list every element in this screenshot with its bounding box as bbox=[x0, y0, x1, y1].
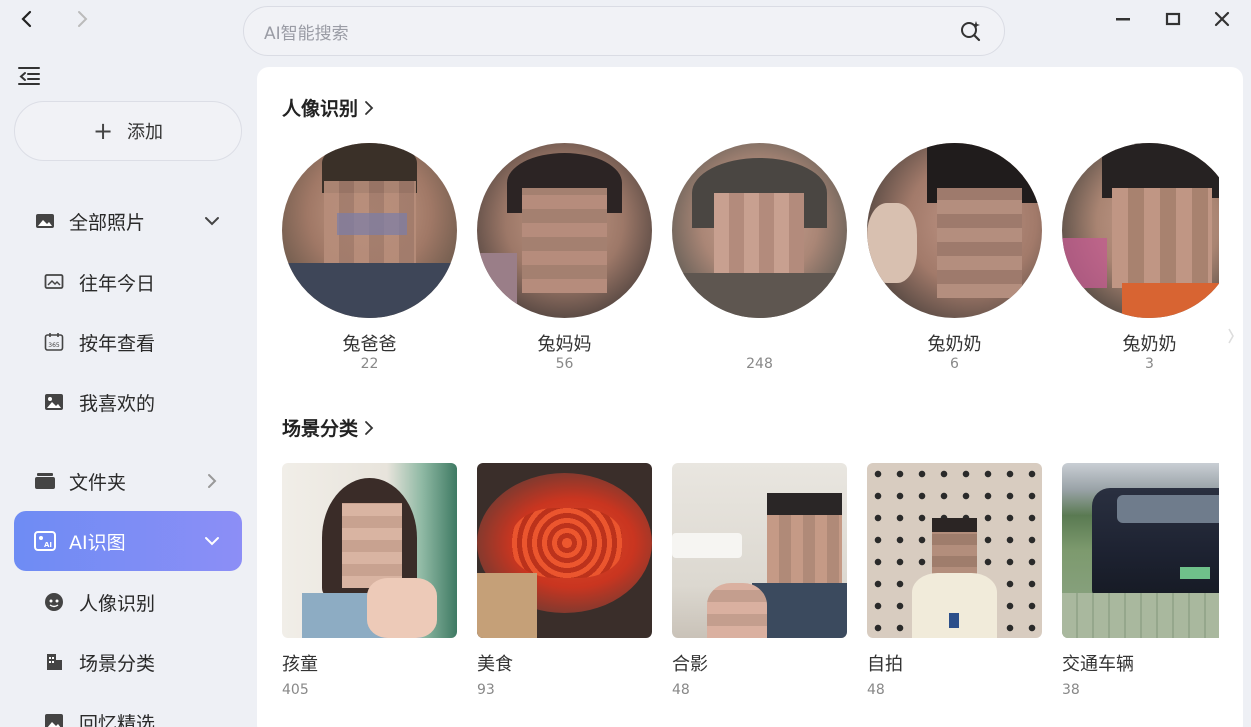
scene-card[interactable]: 合影 48 bbox=[672, 463, 847, 698]
scene-card[interactable]: 美食 93 bbox=[477, 463, 652, 698]
sidebar-item-on-this-day[interactable]: 往年今日 bbox=[14, 256, 242, 308]
scene-count: 48 bbox=[867, 682, 885, 698]
scenes-section-title[interactable]: 场景分类 bbox=[282, 414, 374, 441]
minimize-icon bbox=[1116, 18, 1130, 21]
plus-icon: + bbox=[92, 117, 114, 145]
picture-frame-icon bbox=[44, 272, 64, 292]
add-label: 添加 bbox=[127, 122, 164, 143]
scene-card[interactable]: 自拍 48 bbox=[867, 463, 1042, 698]
face-name: 兔妈妈 bbox=[537, 334, 592, 355]
face-card[interactable]: 兔爸爸 22 bbox=[282, 143, 457, 372]
scene-count: 48 bbox=[672, 682, 690, 698]
sidebar-item-label: 全部照片 bbox=[69, 211, 146, 234]
sidebar-item-all-photos[interactable]: 全部照片 bbox=[14, 192, 242, 250]
back-button[interactable] bbox=[16, 8, 38, 30]
faces-row: 兔爸爸 22 兔妈妈 56 248 兔奶奶 6 兔奶奶 3 bbox=[282, 143, 1219, 383]
scene-count: 38 bbox=[1062, 682, 1080, 698]
sidebar-item-label: 人像识别 bbox=[79, 592, 156, 615]
scene-thumbnail[interactable] bbox=[477, 463, 652, 638]
face-thumbnail[interactable] bbox=[867, 143, 1042, 318]
svg-text:365: 365 bbox=[48, 342, 60, 349]
scene-name: 自拍 bbox=[867, 654, 903, 675]
sidebar-item-label: 场景分类 bbox=[79, 652, 156, 675]
forward-button[interactable] bbox=[71, 8, 93, 30]
scene-count: 405 bbox=[282, 682, 309, 698]
sidebar-item-ai-recognition[interactable]: AI AI识图 bbox=[14, 511, 242, 571]
collapse-menu-icon bbox=[18, 67, 40, 85]
main-content: 人像识别 兔爸爸 22 兔妈妈 56 248 兔奶奶 6 兔奶奶 3 场景分类 … bbox=[257, 67, 1243, 727]
scene-name: 孩童 bbox=[282, 654, 318, 675]
ai-image-icon: AI bbox=[34, 530, 56, 552]
face-name: 兔爸爸 bbox=[342, 334, 397, 355]
maximize-icon bbox=[1165, 12, 1181, 26]
face-count: 3 bbox=[1145, 356, 1154, 372]
sidebar-item-label: 按年查看 bbox=[79, 332, 156, 355]
face-name bbox=[672, 330, 847, 352]
face-icon bbox=[44, 592, 64, 612]
sidebar-item-label: 文件夹 bbox=[69, 471, 127, 494]
sidebar-item-label: 我喜欢的 bbox=[79, 392, 156, 415]
maximize-button[interactable] bbox=[1161, 7, 1185, 31]
face-card[interactable]: 兔奶奶 6 bbox=[867, 143, 1042, 372]
close-button[interactable] bbox=[1210, 7, 1234, 31]
favorite-photo-icon bbox=[44, 392, 64, 412]
sidebar-item-by-year[interactable]: 365 按年查看 bbox=[14, 316, 242, 368]
scene-name: 美食 bbox=[477, 654, 513, 675]
scene-name: 合影 bbox=[672, 654, 708, 675]
search-input[interactable]: AI智能搜索 bbox=[264, 19, 958, 44]
sidebar-item-label: AI识图 bbox=[69, 531, 126, 554]
scene-thumbnail[interactable] bbox=[282, 463, 457, 638]
search-bar[interactable]: AI智能搜索 bbox=[243, 6, 1005, 56]
face-card[interactable]: 兔奶奶 3 bbox=[1062, 143, 1219, 372]
face-count: 248 bbox=[746, 356, 773, 372]
face-thumbnail[interactable] bbox=[477, 143, 652, 318]
face-card[interactable]: 248 bbox=[672, 143, 847, 372]
photo-icon bbox=[34, 210, 56, 232]
calendar-365-icon: 365 bbox=[44, 332, 64, 352]
scene-card[interactable]: 孩童 405 bbox=[282, 463, 457, 698]
sidebar-item-scene-classification[interactable]: 场景分类 bbox=[14, 636, 242, 688]
face-thumbnail[interactable] bbox=[672, 143, 847, 318]
chevron-right-icon bbox=[78, 11, 88, 27]
sidebar-item-memories[interactable]: 回忆精选 bbox=[14, 696, 242, 727]
memories-icon bbox=[44, 712, 64, 727]
sidebar-item-folders[interactable]: 文件夹 bbox=[14, 452, 242, 510]
chevron-down-icon bbox=[204, 213, 220, 229]
face-thumbnail[interactable] bbox=[282, 143, 457, 318]
sidebar-item-face-recognition[interactable]: 人像识别 bbox=[14, 576, 242, 628]
ai-search-icon bbox=[961, 21, 981, 42]
scenes-row: 孩童 405 美食 93 合影 48 自拍 48 交通车辆 38 bbox=[282, 463, 1219, 703]
chevron-right-icon bbox=[365, 420, 374, 435]
close-icon bbox=[1214, 11, 1230, 27]
sidebar-item-label: 回忆精选 bbox=[79, 712, 156, 727]
scene-count: 93 bbox=[477, 682, 495, 698]
scene-card[interactable]: 交通车辆 38 bbox=[1062, 463, 1219, 698]
face-card[interactable]: 兔妈妈 56 bbox=[477, 143, 652, 372]
chevron-left-icon bbox=[21, 10, 32, 28]
add-button[interactable]: + 添加 bbox=[14, 101, 242, 161]
face-name: 兔奶奶 bbox=[927, 334, 982, 355]
scene-thumbnail[interactable] bbox=[1062, 463, 1219, 638]
face-thumbnail[interactable] bbox=[1062, 143, 1219, 318]
folder-icon bbox=[34, 470, 56, 492]
faces-section-title[interactable]: 人像识别 bbox=[282, 94, 374, 121]
sidebar-item-label: 往年今日 bbox=[79, 272, 156, 295]
scroll-right-icon[interactable] bbox=[1227, 325, 1235, 347]
svg-text:AI: AI bbox=[44, 541, 52, 549]
sidebar-item-favorites[interactable]: 我喜欢的 bbox=[14, 376, 242, 428]
chevron-down-icon bbox=[204, 533, 220, 549]
face-name: 兔奶奶 bbox=[1122, 334, 1177, 355]
building-icon bbox=[44, 652, 64, 672]
face-count: 22 bbox=[360, 356, 379, 372]
minimize-button[interactable] bbox=[1111, 7, 1135, 31]
scene-name: 交通车辆 bbox=[1062, 654, 1134, 675]
ai-search-button[interactable] bbox=[958, 18, 984, 44]
face-count: 6 bbox=[950, 356, 959, 372]
scene-thumbnail[interactable] bbox=[672, 463, 847, 638]
chevron-right-icon bbox=[204, 473, 220, 489]
chevron-right-icon bbox=[365, 100, 374, 115]
face-count: 56 bbox=[555, 356, 574, 372]
sidebar-collapse-button[interactable] bbox=[16, 64, 42, 88]
scene-thumbnail[interactable] bbox=[867, 463, 1042, 638]
